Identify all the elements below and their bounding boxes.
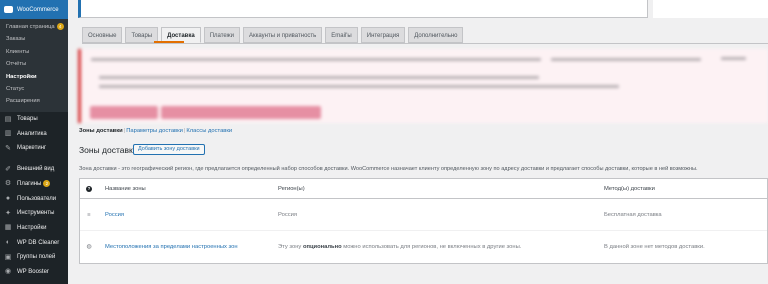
tab-integration[interactable]: Интеграция <box>360 27 406 43</box>
products-icon: ▤ <box>4 115 12 123</box>
sidebar-item-woocommerce[interactable]: WooCommerce <box>0 0 68 19</box>
zone-region: Россия <box>278 211 298 218</box>
sidebar-item-tools[interactable]: ✦ Инструменты <box>0 206 68 221</box>
region-text-bold: опционально <box>302 244 342 250</box>
blurred-error-notice <box>78 49 768 123</box>
plugins-icon: ⚙ <box>4 180 12 188</box>
db-cleaner-icon: ◐ <box>5 239 11 247</box>
drag-handle-icon[interactable]: ≡ <box>85 199 93 230</box>
sidebar-item-label: Плагины <box>17 180 42 187</box>
submenu-orders[interactable]: Заказы <box>0 33 68 45</box>
sidebar-item-products[interactable]: ▤ Товары <box>0 112 68 127</box>
other-locations-method: В данной зоне нет методов доставки. <box>604 244 705 250</box>
sidebar-item-label: Аналитика <box>17 130 47 137</box>
tab-advanced[interactable]: Дополнительно <box>408 27 464 43</box>
table-header: ? Название зоны Регион(ы) Метод(ы) доста… <box>80 179 767 199</box>
notice-line <box>99 76 539 79</box>
admin-sidebar: WooCommerce Главная страница 4 Заказы Кли… <box>0 0 68 284</box>
sidebar-item-label: Внешний вид <box>17 166 55 173</box>
zone-method: Бесплатная доставка <box>604 211 662 218</box>
sidebar-item-marketing[interactable]: ✎ Маркетинг <box>0 141 68 156</box>
other-locations-link[interactable]: Местоположения за пределами настроенных … <box>105 231 238 263</box>
region-text-prefix: Эту зону <box>278 244 303 250</box>
tab-accounts-privacy[interactable]: Аккаунты и приватность <box>243 27 323 43</box>
main-content: Основные Товары Доставка Платежи Аккаунт… <box>68 0 768 284</box>
page-title: Зоны доставки <box>79 145 138 155</box>
submenu-status[interactable]: Статус <box>0 83 68 95</box>
tab-general[interactable]: Основные <box>82 27 123 43</box>
sidebar-item-label: Маркетинг <box>17 145 47 152</box>
help-cell: ? <box>85 179 93 198</box>
shipping-zones-table: ? Название зоны Регион(ы) Метод(ы) доста… <box>79 178 768 264</box>
tab-payments[interactable]: Платежи <box>203 27 241 43</box>
analytics-icon: ▥ <box>4 130 12 138</box>
shipping-subnav: Зоны доставки|Параметры доставки|Классы … <box>79 128 232 134</box>
submenu-extensions[interactable]: Расширения <box>0 95 68 107</box>
top-notice-bar <box>78 0 648 18</box>
wp-booster-icon: ◉ <box>4 268 12 276</box>
home-badge: 4 <box>56 22 64 30</box>
add-shipping-zone-button[interactable]: Добавить зону доставки <box>133 144 205 155</box>
table-row: ≡ Россия Россия Бесплатная доставка <box>80 199 767 231</box>
submenu-customers[interactable]: Клиенты <box>0 46 68 58</box>
settings-tabs: Основные Товары Доставка Платежи Аккаунт… <box>82 27 466 43</box>
sidebar-item-appearance[interactable]: ✐ Внешний вид <box>0 162 68 177</box>
zones-description: Зона доставки - это географический регио… <box>79 166 698 172</box>
sidebar-item-label: Товары <box>17 116 38 123</box>
sidebar-item-field-groups[interactable]: ▣ Группы полей <box>0 250 68 265</box>
tabs-divider <box>82 43 768 44</box>
notice-line <box>91 58 541 61</box>
top-header-area <box>653 0 768 18</box>
submenu-settings[interactable]: Настройки <box>0 71 68 83</box>
tools-icon: ✦ <box>5 209 11 217</box>
globe-icon: ◍ <box>86 244 92 250</box>
zone-name-link[interactable]: Россия <box>105 199 124 230</box>
woocommerce-icon <box>4 6 13 13</box>
sidebar-item-users[interactable]: ● Пользователи <box>0 191 68 206</box>
subnav-separator: | <box>123 128 126 134</box>
subnav-shipping-options[interactable]: Параметры доставки <box>126 128 183 134</box>
sidebar-item-label: Пользователи <box>17 195 57 202</box>
subnav-shipping-zones[interactable]: Зоны доставки <box>79 128 123 134</box>
appearance-icon: ✐ <box>5 165 11 173</box>
table-row-other-locations: ◍ Местоположения за пределами настроенны… <box>80 231 767 263</box>
sidebar-item-analytics[interactable]: ▥ Аналитика <box>0 126 68 141</box>
submenu-home[interactable]: Главная страница 4 <box>0 21 68 33</box>
column-header-name: Название зоны <box>105 185 146 192</box>
sidebar-item-plugins[interactable]: ⚙ Плагины 2 <box>0 176 68 191</box>
notice-button <box>161 106 321 119</box>
notice-line <box>551 58 701 61</box>
settings-icon: ▦ <box>4 224 12 232</box>
sidebar-item-label: Группы полей <box>17 254 56 261</box>
region-text-suffix: можно использовать для регионов, не вклю… <box>341 244 522 250</box>
column-header-method: Метод(ы) доставки <box>604 185 655 192</box>
help-icon[interactable]: ? <box>86 185 92 192</box>
notice-dismiss <box>721 57 746 60</box>
plugins-badge: 2 <box>43 180 51 188</box>
sidebar-item-db-cleaner[interactable]: ◐ WP DB Cleaner <box>0 235 68 250</box>
sidebar-item-label: WP Booster <box>17 268 49 275</box>
submenu-reports[interactable]: Отчёты <box>0 58 68 70</box>
other-locations-region: Эту зону опционально можно использовать … <box>278 231 521 263</box>
tab-emails[interactable]: Email'ы <box>325 27 358 43</box>
sidebar-item-wp-booster[interactable]: ◉ WP Booster <box>0 265 68 280</box>
submenu-home-label: Главная страница <box>6 24 55 30</box>
subnav-shipping-classes[interactable]: Классы доставки <box>186 128 232 134</box>
notice-button <box>90 106 158 119</box>
sidebar-item-settings[interactable]: ▦ Настройки <box>0 221 68 236</box>
sidebar-woocommerce-label: WooCommerce <box>17 6 59 13</box>
column-header-region: Регион(ы) <box>278 185 305 192</box>
woocommerce-submenu: Главная страница 4 Заказы Клиенты Отчёты … <box>0 19 68 112</box>
field-groups-icon: ▣ <box>4 253 12 261</box>
sidebar-item-label: Инструменты <box>17 210 55 217</box>
marketing-icon: ✎ <box>5 144 11 152</box>
sidebar-item-label: Настройки <box>17 224 47 231</box>
notice-line <box>99 85 619 88</box>
users-icon: ● <box>5 195 11 203</box>
sidebar-item-label: WP DB Cleaner <box>17 239 60 246</box>
